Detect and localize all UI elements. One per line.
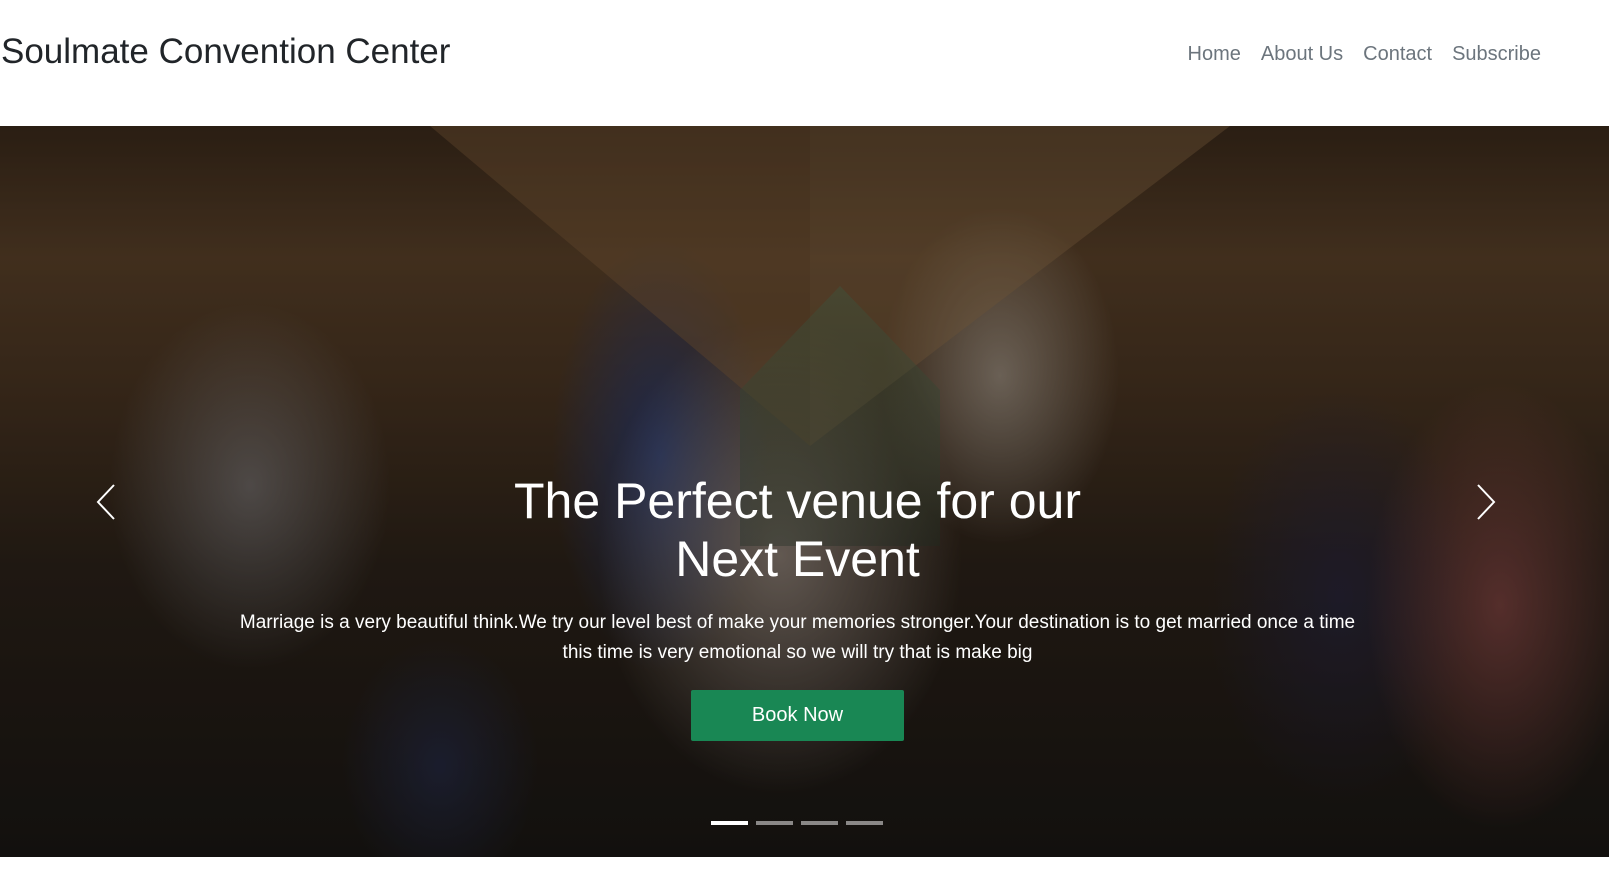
carousel-indicator-1[interactable] (711, 821, 748, 825)
carousel-indicators (711, 821, 883, 825)
nav-link-subscribe[interactable]: Subscribe (1452, 40, 1541, 68)
nav-link-home[interactable]: Home (1188, 40, 1241, 68)
hero-caption: The Perfect venue for our Next Event Mar… (0, 472, 1595, 741)
brand-logo-text[interactable]: Soulmate Convention Center (1, 30, 450, 74)
nav-link-about-us[interactable]: About Us (1261, 40, 1343, 68)
hero-description: Marriage is a very beautiful think.We tr… (239, 612, 1356, 663)
main-nav: Home About Us Contact Subscribe (1188, 40, 1542, 68)
hero-carousel: The Perfect venue for our Next Event Mar… (0, 126, 1609, 857)
nav-link-contact[interactable]: Contact (1363, 40, 1432, 68)
carousel-indicator-3[interactable] (801, 821, 838, 825)
hero-title: The Perfect venue for our Next Event (514, 473, 1081, 587)
carousel-indicator-4[interactable] (846, 821, 883, 825)
book-now-button[interactable]: Book Now (691, 690, 904, 741)
navbar: Soulmate Convention Center Home About Us… (0, 0, 1609, 126)
carousel-indicator-2[interactable] (756, 821, 793, 825)
